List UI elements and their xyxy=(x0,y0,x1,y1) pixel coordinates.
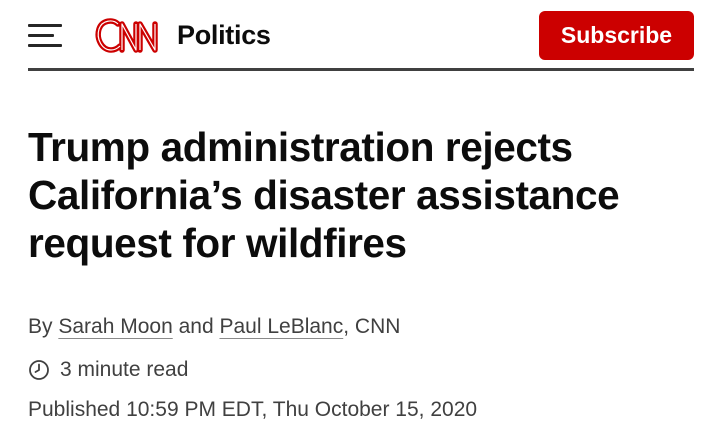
headline-line: request for wildfires xyxy=(28,220,407,266)
menu-line xyxy=(28,44,62,47)
read-time-label: 3 minute read xyxy=(60,358,189,381)
headline-line: California’s disaster assistance xyxy=(28,172,620,218)
byline-conjunction: and xyxy=(172,315,220,338)
byline-prefix: By xyxy=(28,315,59,338)
clock-icon xyxy=(29,360,49,380)
site-header: Politics Subscribe xyxy=(0,0,720,72)
cnn-logo[interactable] xyxy=(94,14,172,58)
menu-line xyxy=(28,24,62,27)
read-time: 3 minute read xyxy=(28,358,188,382)
published-timestamp: Published 10:59 PM EDT, Thu October 15, … xyxy=(28,398,478,421)
byline: By Sarah Moon and Paul LeBlanc, CNN xyxy=(28,315,400,339)
header-divider xyxy=(28,68,694,71)
author-link-sarah-moon[interactable]: Sarah Moon xyxy=(58,315,172,338)
subscribe-button[interactable]: Subscribe xyxy=(539,11,694,60)
author-link-paul-leblanc[interactable]: Paul LeBlanc xyxy=(219,315,343,338)
hamburger-menu-icon[interactable] xyxy=(28,22,62,50)
headline-line: Trump administration rejects xyxy=(28,124,573,170)
article-headline: Trump administration rejects California’… xyxy=(28,123,698,267)
byline-suffix: , CNN xyxy=(343,315,401,338)
section-label-politics[interactable]: Politics xyxy=(177,20,271,51)
menu-line xyxy=(28,34,54,37)
